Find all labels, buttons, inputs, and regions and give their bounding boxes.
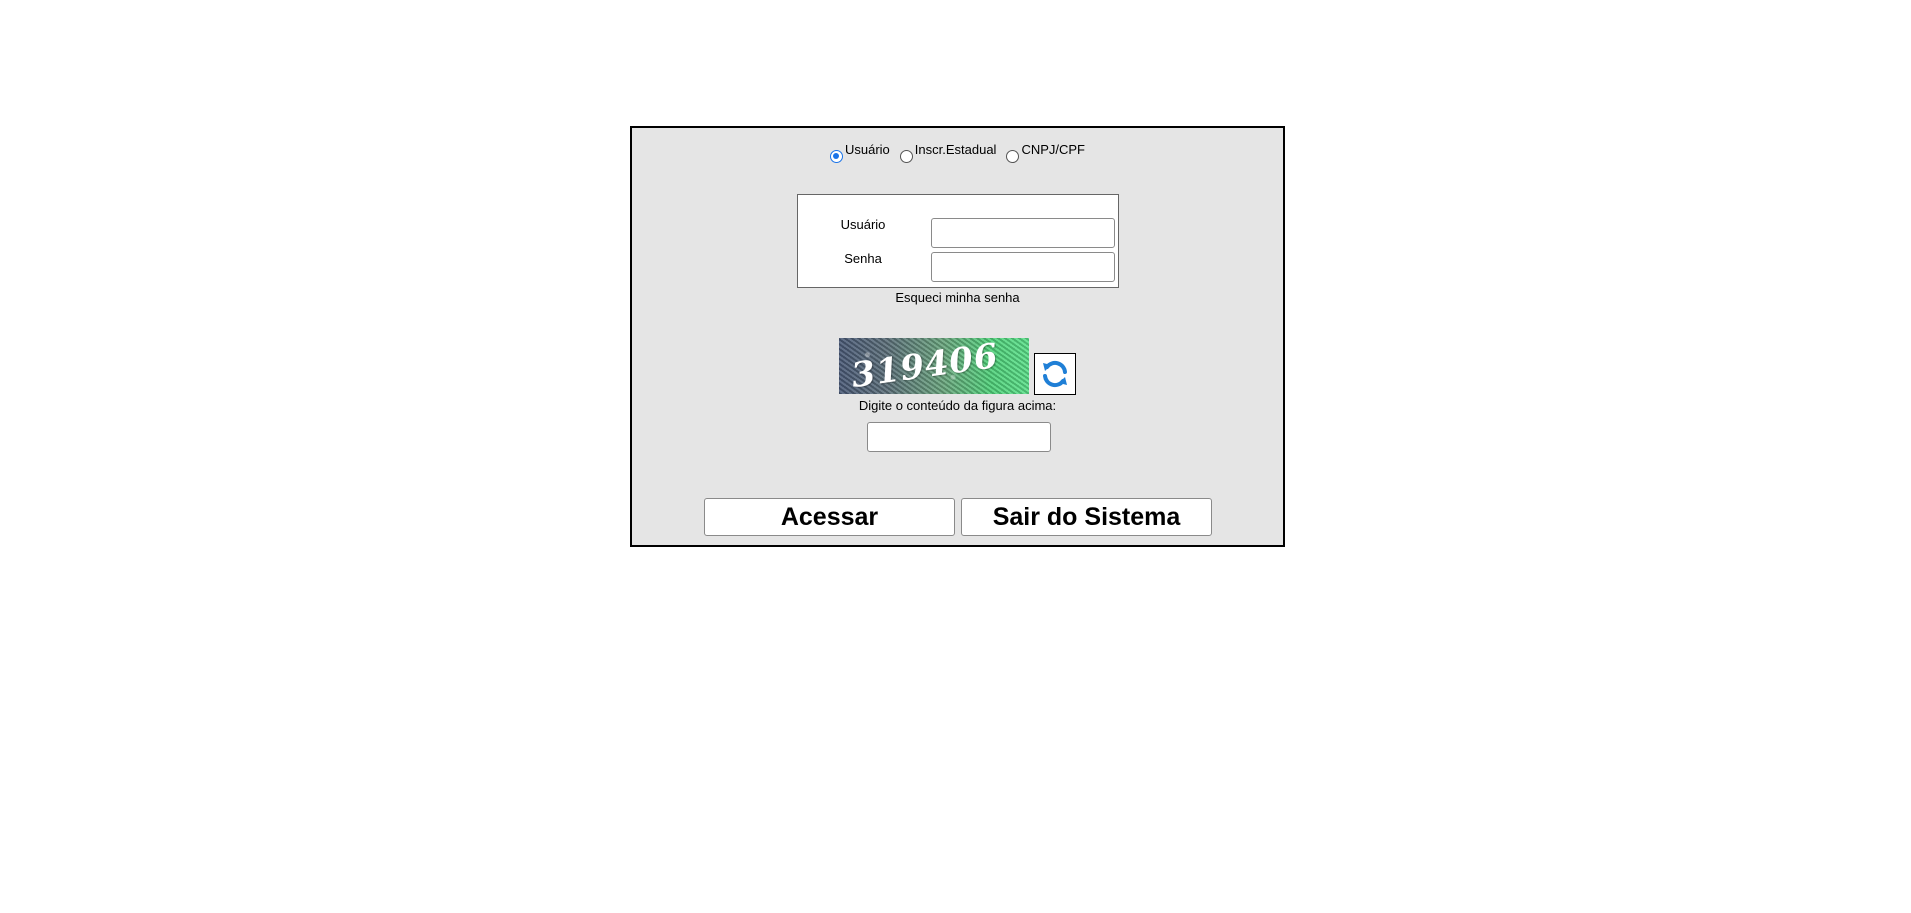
radio-inscr-estadual[interactable] [899,150,913,163]
refresh-captcha-button[interactable] [1034,353,1076,395]
access-button[interactable]: Acessar [704,498,955,536]
captcha-image-text: 319406 [848,338,1002,394]
radio-option-inscr-estadual[interactable]: Inscr.Estadual [899,142,997,163]
login-type-group: Usuário Inscr.Estadual CNPJ/CPF [632,142,1283,163]
password-label: Senha [844,251,882,266]
captcha-input[interactable] [867,422,1051,452]
captcha-image: 319406 [839,338,1029,394]
login-panel: Usuário Inscr.Estadual CNPJ/CPF Usuário … [630,126,1285,547]
radio-label-usuario: Usuário [844,142,890,157]
password-input[interactable] [931,252,1115,282]
radio-option-usuario[interactable]: Usuário [829,142,890,163]
forgot-password-link[interactable]: Esqueci minha senha [632,290,1283,305]
user-input[interactable] [931,218,1115,248]
radio-label-inscr-estadual: Inscr.Estadual [914,142,997,157]
radio-label-cnpj-cpf: CNPJ/CPF [1021,142,1085,157]
radio-usuario[interactable] [829,150,843,163]
radio-option-cnpj-cpf[interactable]: CNPJ/CPF [1006,142,1085,163]
exit-system-button[interactable]: Sair do Sistema [961,498,1212,536]
radio-cnpj-cpf[interactable] [1006,150,1020,163]
user-label: Usuário [840,217,886,232]
refresh-icon [1043,360,1067,388]
captcha-caption: Digite o conteúdo da figura acima: [858,398,1057,413]
credentials-box: Usuário Senha [797,194,1119,288]
